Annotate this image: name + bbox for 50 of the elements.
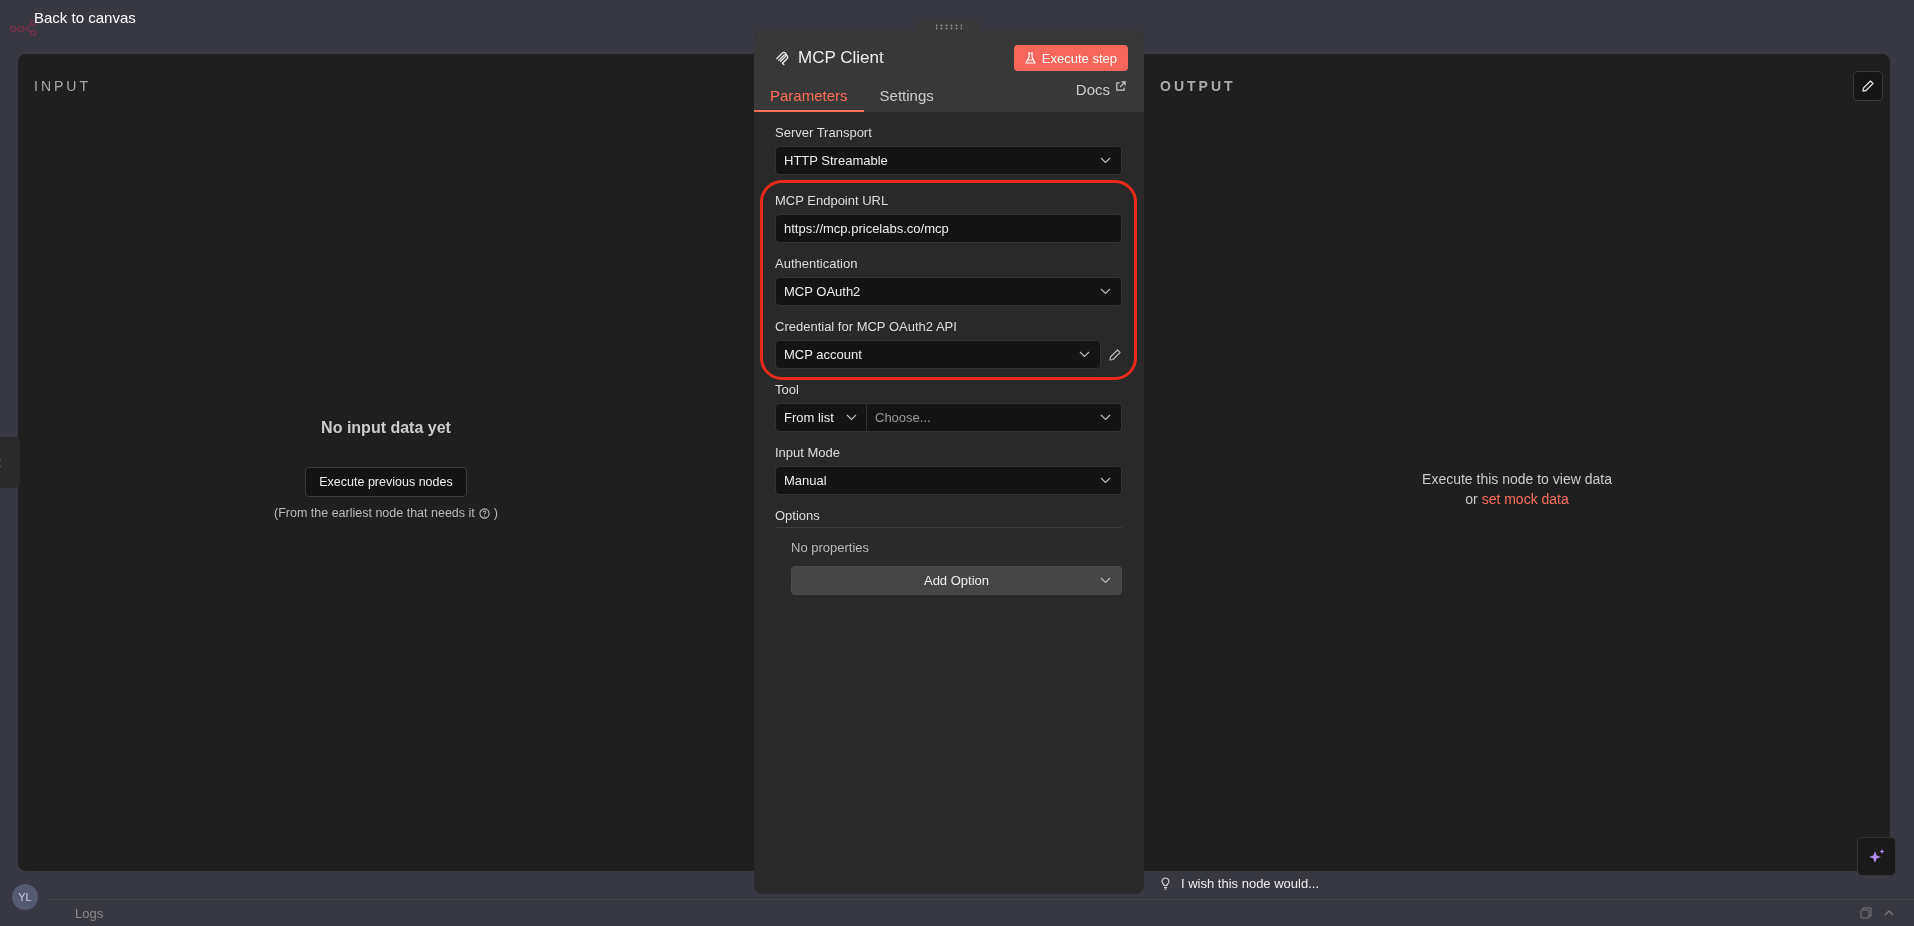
chevron-down-icon: [1100, 414, 1111, 421]
grip-icon: [936, 24, 962, 30]
section-label: Options: [775, 508, 1122, 528]
chevron-up-icon[interactable]: [1884, 909, 1894, 917]
field-label: MCP Endpoint URL: [775, 193, 890, 208]
select-field[interactable]: MCP OAuth2: [775, 277, 1122, 306]
url-field[interactable]: https://mcp.pricelabs.co/mcp: [775, 214, 1122, 243]
ai-assistant-button[interactable]: [1857, 837, 1896, 876]
back-link[interactable]: Back to canvas: [34, 9, 136, 26]
execute-previous-button[interactable]: Execute previous nodes: [305, 467, 467, 497]
lightbulb-icon: [1161, 877, 1170, 890]
feedback-prompt[interactable]: I wish this node would...: [1181, 876, 1320, 891]
flask-icon: [1024, 52, 1036, 64]
pencil-icon[interactable]: [1108, 347, 1122, 362]
empty-title: No input data yet: [321, 419, 451, 437]
empty-text: No properties: [791, 540, 871, 555]
hint-text: ): [493, 506, 498, 520]
pane-heading: OUTPUT: [1160, 78, 1236, 94]
help-icon[interactable]: [478, 507, 490, 519]
tool-select[interactable]: Choose...: [867, 403, 1122, 432]
field-label: Authentication: [775, 256, 859, 271]
chevron-down-icon: [1079, 351, 1090, 358]
node-title: MCP Client: [798, 48, 885, 68]
field-label: Credential for MCP OAuth2 API: [775, 319, 958, 334]
mode-select[interactable]: From list: [775, 403, 867, 432]
chevron-down-icon: [1100, 477, 1111, 484]
output-message: Execute this node to view data: [1422, 470, 1612, 489]
panel-tab[interactable]: Settings: [863, 80, 950, 112]
field-label: Tool: [775, 382, 800, 397]
chevron-down-icon: [846, 414, 857, 421]
add-option-button[interactable]: Add Option: [791, 566, 1122, 595]
docs-link[interactable]: Docs: [1075, 80, 1126, 112]
chevron-down-icon: [1100, 157, 1111, 164]
pane-heading: INPUT: [34, 78, 91, 94]
chevron-down-icon: [1100, 288, 1111, 295]
field-label: Input Mode: [775, 445, 842, 460]
node-icon: [775, 50, 790, 66]
edit-button[interactable]: [1853, 71, 1883, 101]
field-label: Server Transport: [775, 125, 873, 140]
hint-text: (From the earliest node that needs it: [274, 506, 475, 520]
select-field[interactable]: Manual: [775, 466, 1122, 495]
panel-tab[interactable]: Parameters: [754, 80, 864, 112]
select-field[interactable]: HTTP Streamable: [775, 146, 1122, 175]
pencil-icon: [1861, 79, 1875, 93]
user-avatar[interactable]: YL: [12, 884, 38, 910]
external-link-icon: [1115, 81, 1126, 92]
chevron-down-icon: [1100, 577, 1111, 584]
select-field[interactable]: MCP account: [775, 340, 1101, 369]
output-message: or: [1465, 490, 1478, 509]
set-mock-data-link[interactable]: set mock data: [1481, 489, 1569, 509]
